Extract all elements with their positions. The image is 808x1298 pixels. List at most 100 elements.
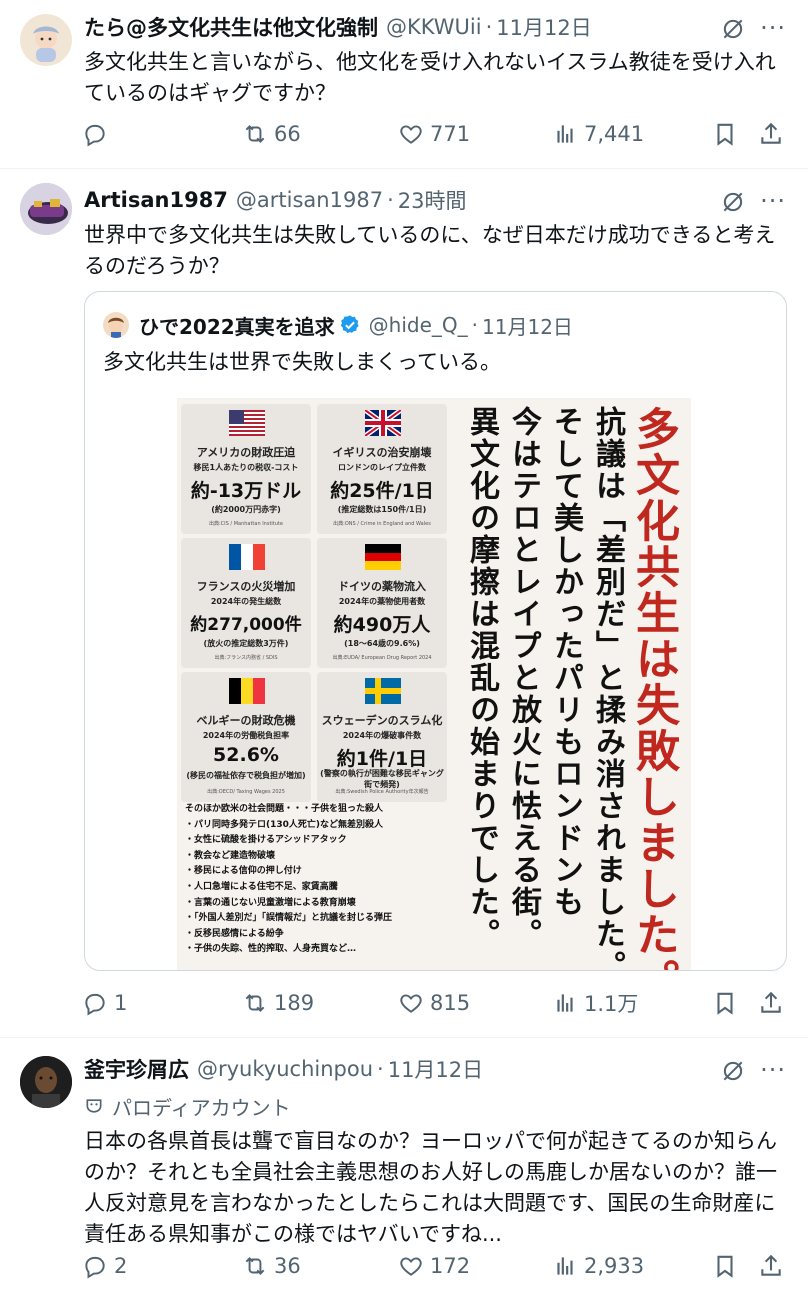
tweet-text: 多文化共生と言いながら、他文化を受け入れないイスラム教徒を受け入れているのはギャ… [84, 50, 776, 105]
like-button[interactable]: 771 [398, 116, 470, 152]
reply-icon [82, 1253, 108, 1279]
more-icon[interactable]: ··· [760, 189, 786, 213]
retweet-icon [242, 121, 268, 147]
tweet-text: 日本の各県首長は聾で盲目なのか？ヨーロッパで何が起きてるのか知らんのか？それとも… [84, 1129, 777, 1246]
views-icon [552, 1253, 578, 1279]
more-icon[interactable]: ··· [760, 16, 786, 40]
quoted-avatar[interactable] [103, 312, 129, 338]
separator-dot: · [485, 15, 493, 39]
share-button[interactable] [758, 985, 790, 1021]
views-count: 7,441 [584, 122, 645, 146]
infographic-image[interactable]: アメリカの財政圧迫 移民1人あたりの税収-コスト 約-13万ドル (約2000万… [177, 398, 691, 971]
bookmark-button[interactable] [712, 1248, 744, 1284]
stat-subtitle: 2024年の発生総数 [210, 597, 282, 606]
like-button[interactable]: 172 [398, 1248, 470, 1284]
separator-dot: · [387, 188, 394, 212]
retweet-button[interactable]: 66 [242, 116, 301, 152]
stat-subtitle: 移民1人あたりの税収-コスト [193, 463, 299, 472]
action-bar: 66 771 7,441 [82, 116, 788, 152]
stat-value: 約277,000件 [190, 615, 302, 635]
like-count: 172 [430, 1254, 471, 1278]
stat-title: アメリカの財政圧迫 [196, 446, 296, 459]
display-name[interactable]: Artisan1987 [84, 188, 228, 212]
views-count: 1.1万 [584, 992, 639, 1016]
timestamp[interactable]: 23時間 [398, 185, 467, 215]
issue-line: ・反移民感情による紛争 [185, 928, 284, 939]
stat-card: ベルギーの財政危機 2024年の労働税負担率 52.6% (移民の福祉依存で税負… [181, 672, 311, 802]
fr-flag-icon [229, 544, 265, 570]
stat-value: 約25件/1日 [330, 480, 434, 502]
timestamp[interactable]: 11月12日 [496, 12, 591, 42]
stat-note: (警察の執行が困難な移民ギャング街で頻発) [320, 769, 444, 789]
stat-source: 出典:EUDA/ European Drug Report 2024 [332, 655, 432, 661]
headline-line: 抗議は「差別だ」と揉み消されました。 [590, 406, 625, 971]
stat-note: (放火の推定総数3万件) [203, 639, 289, 648]
tweet[interactable]: 釜宇珍屑広 @ryukyuchinpou · 11月12日 ··· パロディアカ… [0, 1038, 808, 1298]
views-button[interactable]: 1.1万 [552, 985, 638, 1021]
grok-icon[interactable] [720, 16, 746, 42]
quoted-display-name[interactable]: ひで2022真実を追求 [139, 311, 335, 340]
stat-source: 出典:CIS / Manhattan Institute [209, 521, 283, 527]
retweet-button[interactable]: 36 [242, 1248, 301, 1284]
stat-source: 出典:OECD/ Taxing Wages 2025 [207, 789, 285, 795]
handle[interactable]: @artisan1987 [236, 188, 383, 212]
views-button[interactable]: 2,933 [552, 1248, 644, 1284]
quoted-header: ひで2022真実を追求 @hide_Q_ · 11月12日 [103, 310, 573, 340]
display-name[interactable]: たら@多文化共生は他文化強制 [84, 12, 378, 42]
views-button[interactable]: 7,441 [552, 116, 644, 152]
quoted-handle[interactable]: @hide_Q_ [369, 313, 468, 337]
tweet[interactable]: たら@多文化共生は他文化強制 @KKWUii · 11月12日 ··· 多文化共… [0, 0, 808, 168]
quoted-text: 多文化共生は世界で失敗しまくっている。 [103, 350, 501, 374]
reply-icon [82, 990, 108, 1016]
retweet-button[interactable]: 189 [242, 985, 314, 1021]
reply-icon [82, 121, 108, 147]
bookmark-icon [712, 990, 738, 1016]
more-icon[interactable]: ··· [760, 1058, 786, 1082]
views-count: 2,933 [584, 1254, 645, 1278]
headline-columns: 多文化共生は失敗しました。 抗議は「差別だ」と揉み消されました。 そして美しかっ… [449, 398, 691, 971]
separator-dot: · [471, 313, 479, 337]
avatar[interactable] [20, 14, 72, 66]
us-flag-icon [229, 410, 265, 436]
like-icon [398, 1253, 424, 1279]
tweet[interactable]: Artisan1987 @artisan1987 · 23時間 ··· 世界中で… [0, 169, 808, 1037]
reply-count: 2 [114, 1254, 128, 1278]
stat-card: アメリカの財政圧迫 移民1人あたりの税収-コスト 約-13万ドル (約2000万… [181, 404, 311, 534]
bookmark-button[interactable] [712, 116, 744, 152]
grok-icon[interactable] [720, 189, 746, 215]
quoted-timestamp[interactable]: 11月12日 [482, 311, 573, 340]
reply-count: 1 [114, 991, 128, 1015]
uk-flag-icon [365, 410, 401, 436]
bookmark-button[interactable] [712, 985, 744, 1021]
display-name[interactable]: 釜宇珍屑広 [84, 1054, 189, 1084]
like-icon [398, 990, 424, 1016]
stat-title: イギリスの治安崩壊 [332, 446, 432, 459]
grok-icon[interactable] [720, 1058, 746, 1084]
reply-button[interactable] [82, 116, 114, 152]
stat-card: イギリスの治安崩壊 ロンドンのレイプ立件数 約25件/1日 (推定総数は150件… [317, 404, 447, 534]
reply-button[interactable]: 1 [82, 985, 127, 1021]
avatar[interactable] [20, 1056, 72, 1108]
avatar[interactable] [20, 183, 72, 235]
like-icon [398, 121, 424, 147]
social-issues-list: そのほか欧米の社会問題・・・子供を狙った殺人 ・パリ同時多発テロ(130人死亡)… [185, 802, 447, 958]
handle[interactable]: @KKWUii [386, 15, 482, 39]
stat-title: ドイツの薬物流入 [338, 580, 426, 593]
stat-note: (18〜64歳の9.6%) [344, 639, 420, 648]
reply-button[interactable]: 2 [82, 1248, 127, 1284]
retweet-icon [242, 1253, 268, 1279]
headline-line: 多文化共生は失敗しました。 [628, 406, 679, 971]
stat-title: ベルギーの財政危機 [196, 714, 296, 727]
share-button[interactable] [758, 1248, 790, 1284]
handle[interactable]: @ryukyuchinpou [197, 1057, 373, 1081]
retweet-count: 36 [274, 1254, 301, 1278]
quoted-tweet[interactable]: ひで2022真実を追求 @hide_Q_ · 11月12日 多文化共生は世界で失… [84, 291, 787, 971]
timestamp[interactable]: 11月12日 [388, 1054, 483, 1084]
tweet-text: 世界中で多文化共生は失敗しているのに、なぜ日本だけ成功できると考えるのだろうか？ [84, 223, 776, 278]
headline-line: 今はテロとレイプと放火に怯える街。 [506, 406, 541, 950]
share-button[interactable] [758, 116, 790, 152]
parody-label-text: パロディアカウント [112, 1095, 291, 1120]
like-button[interactable]: 815 [398, 985, 470, 1021]
stat-subtitle: ロンドンのレイプ立件数 [338, 463, 426, 472]
retweet-count: 189 [274, 991, 315, 1015]
